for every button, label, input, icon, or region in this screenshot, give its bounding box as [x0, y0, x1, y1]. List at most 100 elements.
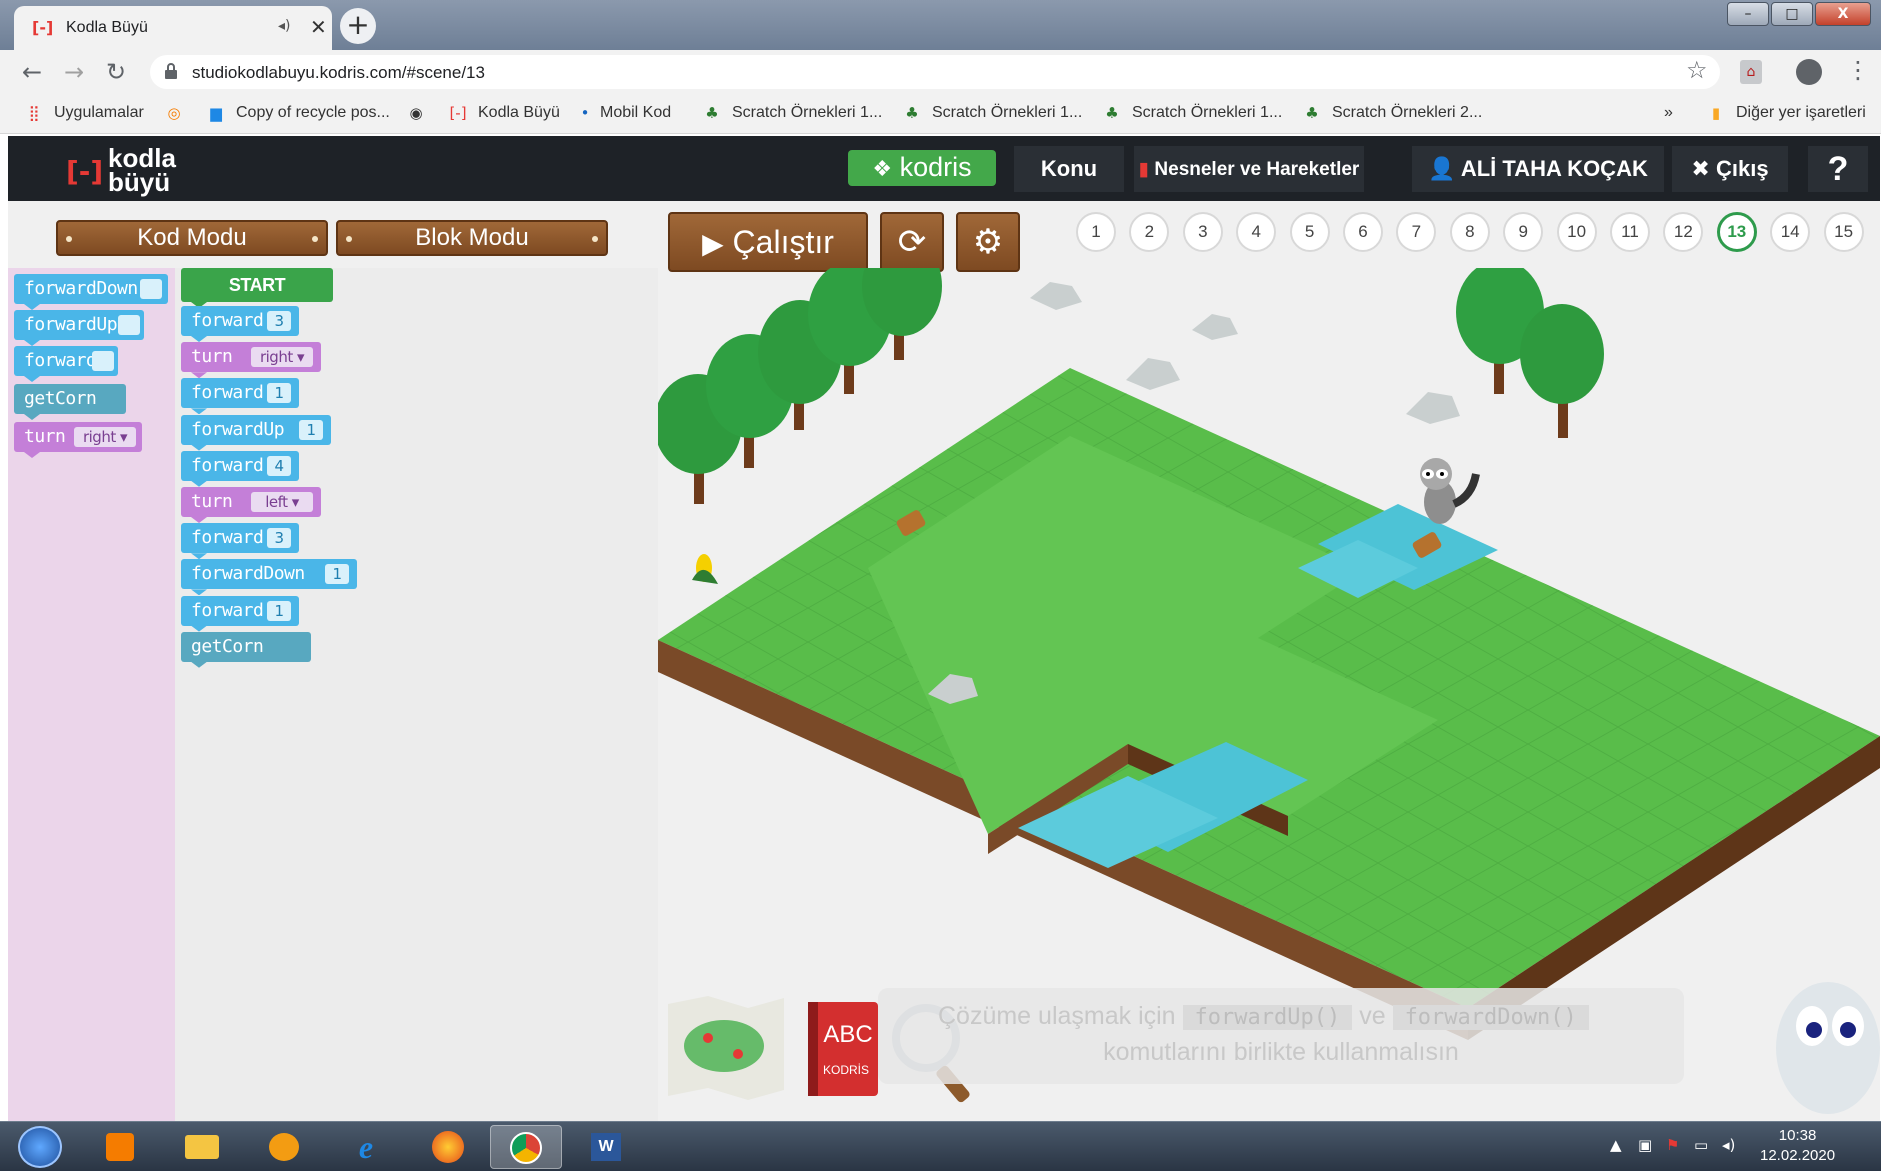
bookmark-circle[interactable]: ◎ [164, 104, 184, 122]
action-center-flag-icon[interactable]: ⚑ [1666, 1136, 1679, 1154]
profile-icon[interactable] [1796, 59, 1822, 85]
cube-icon: ❖ [872, 157, 893, 182]
level-button-10[interactable]: 10 [1556, 212, 1597, 252]
bookmark-scratch-1[interactable]: ♣ Scratch Örnekleri 1... [702, 104, 882, 122]
palette-block-getcorn[interactable]: getCorn [14, 384, 126, 420]
topic-button[interactable]: ▮ Nesneler ve Hareketler [1134, 146, 1364, 192]
app-header: [-] kodla büyü ❖ kodris Konu ▮ Nesneler … [8, 136, 1880, 201]
program-block-forward[interactable]: forward 4 [181, 450, 299, 487]
level-button-1[interactable]: 1 [1076, 212, 1116, 252]
tree-row-left [658, 268, 942, 504]
bookmark-other[interactable]: ▮ Diğer yer işaretleri [1706, 104, 1866, 122]
program-block-turn[interactable]: turn left ▾ [181, 487, 321, 523]
volume-icon[interactable]: ◂) [1722, 1136, 1735, 1154]
bookmark-globe[interactable]: ◉ [406, 104, 426, 122]
level-button-9[interactable]: 9 [1503, 212, 1544, 252]
system-clock[interactable]: 10:38 12.02.2020 [1760, 1126, 1835, 1166]
block-value-slot[interactable]: 1 [325, 564, 349, 585]
start-block[interactable]: START [181, 268, 333, 308]
bookmark-star-icon[interactable]: ☆ [1686, 56, 1708, 84]
reload-icon[interactable]: ↻ [106, 58, 126, 86]
level-button-8[interactable]: 8 [1449, 212, 1490, 252]
turn-direction-dropdown[interactable]: right ▾ [74, 427, 136, 447]
help-button[interactable]: ? [1808, 146, 1868, 192]
level-button-5[interactable]: 5 [1289, 212, 1330, 252]
program-block-forwarddown[interactable]: forwardDown 1 [181, 559, 357, 596]
palette-block-forwarddown[interactable]: forwardDown [14, 274, 168, 310]
bookmark-recycle[interactable]: ▆ Copy of recycle pos... [206, 104, 390, 122]
level-button-13[interactable]: 13 [1716, 212, 1757, 252]
new-tab-button[interactable]: + [340, 8, 376, 44]
level-button-14[interactable]: 14 [1770, 212, 1811, 252]
program-block-forward[interactable]: forward 1 [181, 378, 299, 415]
block-mode-button[interactable]: Blok Modu [336, 220, 608, 256]
start-button[interactable] [18, 1126, 62, 1168]
program-block-forward[interactable]: forward 3 [181, 523, 299, 560]
media-player-taskbar-icon[interactable] [84, 1125, 156, 1169]
settings-button[interactable]: ⚙ [956, 212, 1020, 272]
firefox-taskbar-icon[interactable] [412, 1125, 484, 1169]
internet-explorer-taskbar-icon[interactable]: e [330, 1125, 402, 1169]
turn-direction-dropdown[interactable]: left ▾ [251, 492, 313, 512]
logout-button[interactable]: ✖ Çıkış [1672, 146, 1788, 192]
bookmark-scratch-2[interactable]: ♣ Scratch Örnekleri 1... [902, 104, 1082, 122]
block-value-slot[interactable] [140, 279, 162, 299]
kodla-buyu-logo[interactable]: [-] kodla büyü [66, 145, 216, 195]
scratch-taskbar-icon[interactable] [248, 1125, 320, 1169]
speaker-icon[interactable]: ◂) [278, 18, 291, 34]
level-button-6[interactable]: 6 [1343, 212, 1383, 252]
reset-button[interactable]: ⟳ [880, 212, 944, 272]
map-icon[interactable] [668, 996, 784, 1100]
close-tab-icon[interactable]: ✕ [310, 15, 327, 39]
block-value-slot[interactable] [92, 351, 114, 371]
level-button-15[interactable]: 15 [1823, 212, 1864, 252]
bookmarks-overflow[interactable]: » [1664, 104, 1673, 122]
forward-icon[interactable]: → [64, 58, 84, 86]
level-button-4[interactable]: 4 [1236, 212, 1277, 252]
user-button[interactable]: 👤 ALİ TAHA KOÇAK [1412, 146, 1664, 192]
block-value-slot[interactable]: 1 [267, 600, 291, 621]
program-block-forwardup[interactable]: forwardUp 1 [181, 414, 331, 451]
abc-book-icon[interactable]: ABC KODRİS [808, 1002, 878, 1096]
tray-expand-icon[interactable]: ▲ [1610, 1136, 1622, 1154]
bookmark-scratch-4[interactable]: ♣ Scratch Örnekleri 2... [1302, 104, 1482, 122]
bookmark-scratch-3[interactable]: ♣ Scratch Örnekleri 1... [1102, 104, 1282, 122]
bookmark-kodla-buyu[interactable]: [-] Kodla Büyü [448, 104, 559, 122]
block-value-slot[interactable]: 4 [267, 455, 291, 476]
close-window-button[interactable]: X [1815, 2, 1871, 26]
maximize-button[interactable]: □ [1771, 2, 1813, 26]
run-button[interactable]: ▶ Çalıştır [668, 212, 868, 272]
menu-kebab-icon[interactable]: ⋮ [1846, 56, 1870, 84]
block-value-slot[interactable]: 3 [267, 311, 291, 331]
block-value-slot[interactable]: 1 [267, 383, 291, 404]
back-icon[interactable]: ← [22, 58, 42, 86]
word-taskbar-icon[interactable]: W [570, 1125, 642, 1169]
palette-block-turn[interactable]: turn right ▾ [14, 422, 142, 458]
pdf-extension-icon[interactable]: ⌂ [1740, 60, 1762, 84]
level-button-11[interactable]: 11 [1610, 212, 1650, 252]
network-icon[interactable]: ▣ [1638, 1136, 1652, 1154]
bookmark-mobil-kod[interactable]: • Mobil Kod [580, 104, 672, 122]
minimize-button[interactable]: – [1727, 2, 1769, 26]
program-block-getcorn[interactable]: getCorn [181, 631, 311, 668]
code-mode-button[interactable]: Kod Modu [56, 220, 328, 256]
level-button-3[interactable]: 3 [1182, 212, 1223, 252]
block-value-slot[interactable]: 3 [267, 528, 291, 549]
konu-button[interactable]: Konu [1014, 146, 1124, 192]
program-block-turn[interactable]: turn right ▾ [181, 342, 321, 379]
chrome-taskbar-icon[interactable] [490, 1125, 562, 1169]
palette-block-forward[interactable]: forward [14, 346, 118, 382]
bookmark-apps[interactable]: ⣿ Uygulamalar [24, 104, 144, 122]
program-block-forward[interactable]: forward 1 [181, 595, 299, 632]
program-block-forward[interactable]: forward 3 [181, 306, 299, 342]
browser-tab-strip: [-] Kodla Büyü ◂) ✕ + – □ X [0, 0, 1881, 50]
url-bar[interactable]: studiokodlabuyu.kodris.com/#scene/13 [150, 55, 1720, 89]
explorer-taskbar-icon[interactable] [166, 1125, 238, 1169]
block-value-slot[interactable] [118, 315, 140, 335]
display-icon[interactable]: ▭ [1694, 1136, 1708, 1154]
palette-block-forwardup[interactable]: forwardUp [14, 310, 144, 346]
turn-direction-dropdown[interactable]: right ▾ [251, 347, 313, 368]
browser-tab[interactable]: [-] Kodla Büyü ◂) ✕ [14, 6, 332, 50]
block-value-slot[interactable]: 1 [299, 419, 323, 440]
kodris-logo[interactable]: ❖ kodris [848, 150, 996, 186]
